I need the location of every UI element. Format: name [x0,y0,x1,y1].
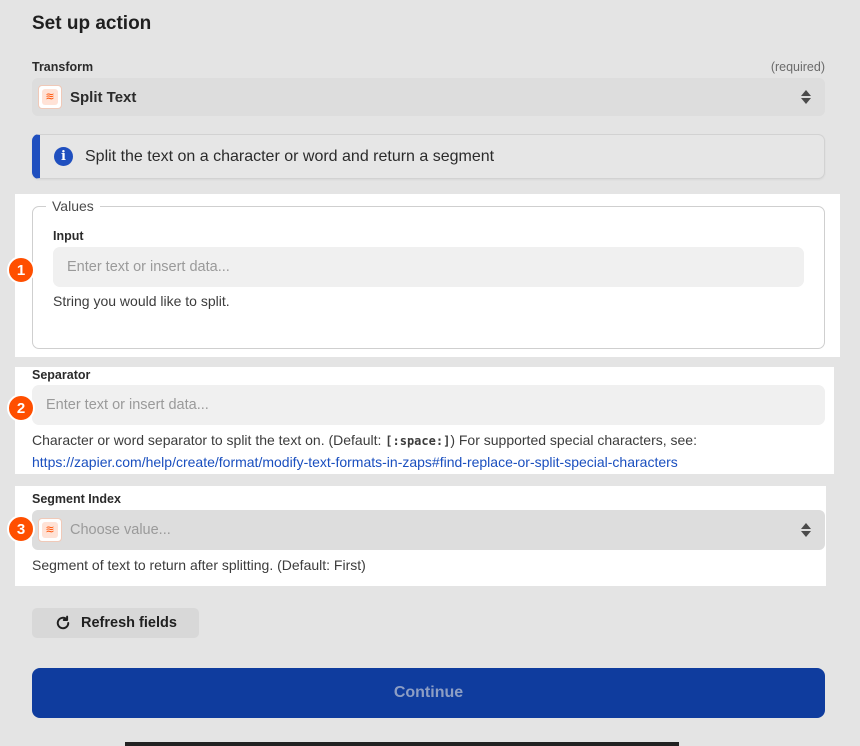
info-banner: i Split the text on a character or word … [32,134,825,179]
input-help-text: String you would like to split. [53,293,230,309]
page-title: Set up action [32,13,152,34]
input-field[interactable]: Enter text or insert data... [53,247,804,287]
values-fieldset: Values Input Enter text or insert data..… [32,198,825,349]
separator-help-code: [:space:] [385,434,451,448]
formatter-icon: ≋ [38,518,62,542]
special-characters-link[interactable]: https://zapier.com/help/create/format/mo… [32,454,678,470]
segment-index-placeholder: Choose value... [70,522,171,538]
separator-label: Separator [32,368,91,382]
separator-input[interactable]: Enter text or insert data... [32,385,825,425]
formatter-icon: ≋ [38,85,62,109]
select-arrows-icon [801,90,811,104]
transform-label: Transform [32,60,94,74]
select-arrows-icon [801,523,811,537]
step-badge-3: 3 [7,515,35,543]
bottom-divider [125,742,679,746]
input-label: Input [53,229,84,243]
refresh-fields-button[interactable]: Refresh fields [32,608,199,638]
required-indicator: (required) [770,60,825,74]
values-legend: Values [46,198,100,214]
info-banner-text: Split the text on a character or word an… [85,147,495,165]
refresh-icon [56,615,70,630]
info-icon: i [54,147,73,166]
segment-index-label: Segment Index [32,492,121,506]
separator-help-after: ) For supported special characters, see: [450,432,697,448]
continue-button[interactable]: Continue [32,668,825,718]
separator-help-text: Character or word separator to split the… [32,430,832,473]
transform-selected-value: Split Text [70,88,137,106]
refresh-fields-label: Refresh fields [81,615,177,631]
transform-select[interactable]: ≋ Split Text [32,78,825,116]
separator-placeholder: Enter text or insert data... [46,397,209,413]
segment-index-select[interactable]: ≋ Choose value... [32,510,825,550]
step-badge-2: 2 [7,394,35,422]
step-badge-1: 1 [7,256,35,284]
segment-index-help-text: Segment of text to return after splittin… [32,557,366,573]
separator-help-before: Character or word separator to split the… [32,432,382,448]
input-placeholder: Enter text or insert data... [67,259,230,275]
